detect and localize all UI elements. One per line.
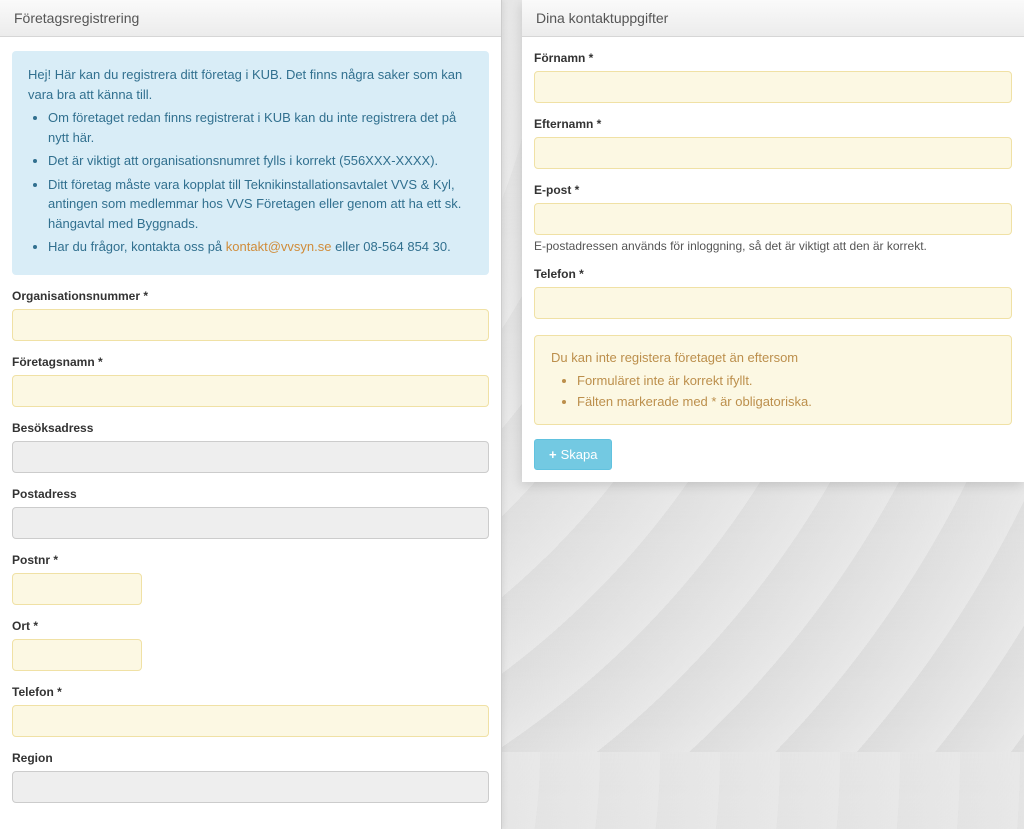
info-box: Hej! Här kan du registrera ditt företag … — [12, 51, 489, 275]
email-input[interactable] — [534, 203, 1012, 235]
firstname-input[interactable] — [534, 71, 1012, 103]
label-company: Företagsnamn * — [12, 355, 489, 369]
info-contact: Har du frågor, kontakta oss på kontakt@v… — [48, 237, 473, 257]
panel-title-right: Dina kontaktuppgifter — [522, 0, 1024, 37]
panel-body-right: Förnamn * Efternamn * E-post * E-postadr… — [522, 37, 1024, 482]
info-point: Det är viktigt att organisationsnumret f… — [48, 151, 473, 171]
orgnr-input[interactable] — [12, 309, 489, 341]
validation-warning: Du kan inte registera företaget än efter… — [534, 335, 1012, 425]
contact-email-link[interactable]: kontakt@vvsyn.se — [226, 239, 332, 254]
label-zip: Postnr * — [12, 553, 489, 567]
email-help-text: E-postadressen används för inloggning, s… — [534, 239, 1012, 253]
panel-company-registration: Företagsregistrering Hej! Här kan du reg… — [0, 0, 502, 829]
info-intro: Hej! Här kan du registrera ditt företag … — [28, 65, 473, 104]
panel-contact-details: Dina kontaktuppgifter Förnamn * Efternam… — [522, 0, 1024, 482]
label-region: Region — [12, 751, 489, 765]
company-phone-input[interactable] — [12, 705, 489, 737]
label-lastname: Efternamn * — [534, 117, 1012, 131]
create-button-label: Skapa — [561, 447, 598, 462]
panel-title-left: Företagsregistrering — [0, 0, 501, 37]
company-input[interactable] — [12, 375, 489, 407]
plus-icon: + — [549, 447, 557, 462]
label-orgnr: Organisationsnummer * — [12, 289, 489, 303]
info-contact-suffix: eller 08-564 854 30. — [331, 239, 450, 254]
warning-point: Formuläret inte är korrekt ifyllt. — [577, 371, 995, 392]
contact-phone-input[interactable] — [534, 287, 1012, 319]
label-email: E-post * — [534, 183, 1012, 197]
lastname-input[interactable] — [534, 137, 1012, 169]
label-city: Ort * — [12, 619, 489, 633]
warning-lead: Du kan inte registera företaget än efter… — [551, 348, 995, 369]
info-contact-prefix: Har du frågor, kontakta oss på — [48, 239, 226, 254]
zip-input[interactable] — [12, 573, 142, 605]
info-point: Ditt företag måste vara kopplat till Tek… — [48, 175, 473, 234]
visit-address-input[interactable] — [12, 441, 489, 473]
label-firstname: Förnamn * — [534, 51, 1012, 65]
label-post: Postadress — [12, 487, 489, 501]
label-phone-right: Telefon * — [534, 267, 1012, 281]
city-input[interactable] — [12, 639, 142, 671]
info-point: Om företaget redan finns registrerat i K… — [48, 108, 473, 147]
postal-address-input[interactable] — [12, 507, 489, 539]
region-input[interactable] — [12, 771, 489, 803]
label-visit: Besöksadress — [12, 421, 489, 435]
warning-point: Fälten markerade med * är obligatoriska. — [577, 392, 995, 413]
create-button[interactable]: + Skapa — [534, 439, 612, 470]
label-phone-left: Telefon * — [12, 685, 489, 699]
panel-body-left: Hej! Här kan du registrera ditt företag … — [0, 37, 501, 829]
